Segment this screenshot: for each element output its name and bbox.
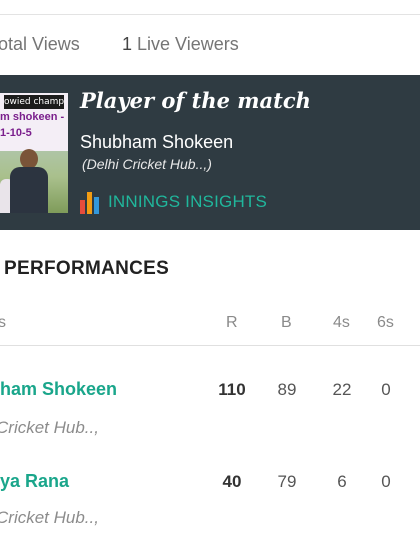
runs-cell: 110	[218, 380, 246, 399]
views-row: otal Views 1 Live Viewers	[0, 34, 420, 58]
live-viewers-label: Live Viewers	[137, 34, 239, 54]
photo-person-head	[20, 149, 38, 169]
live-viewers-count: 1	[122, 34, 133, 54]
top-divider	[0, 14, 420, 15]
col-header-sixes[interactable]: 6s	[377, 314, 394, 332]
header-divider	[0, 345, 420, 346]
bar-chart-icon-bar-3	[94, 197, 99, 214]
sixes-cell: 0	[381, 472, 391, 491]
player-photo: owied champ m shokeen - 1-10-5	[0, 93, 68, 213]
live-viewers: 1 Live Viewers	[122, 34, 239, 55]
player-name-link[interactable]: ham Shokeen	[0, 379, 117, 400]
potm-player-name[interactable]: Shubham Shokeen	[80, 132, 233, 153]
bar-chart-icon-bar-2	[87, 192, 92, 214]
photo-banner-bottom: 1-10-5	[0, 127, 32, 139]
balls-cell: 89	[277, 380, 297, 399]
col-header-fours[interactable]: 4s	[333, 314, 350, 332]
potm-title: Player of the match	[80, 88, 311, 113]
performances-title: PERFORMANCES	[4, 258, 170, 279]
photo-person-figure	[8, 149, 48, 213]
player-team: Cricket Hub..,	[0, 418, 99, 437]
bar-chart-icon	[80, 190, 102, 214]
fours-cell: 22	[332, 380, 352, 399]
bar-chart-icon-bar-1	[80, 200, 85, 214]
sixes-cell: 0	[381, 380, 391, 399]
potm-team-name: (Delhi Cricket Hub..,)	[82, 156, 212, 172]
balls-cell: 79	[277, 472, 297, 491]
runs-cell: 40	[222, 472, 242, 491]
photo-banner-mid: m shokeen -	[0, 111, 65, 123]
photo-banner: owied champ m shokeen - 1-10-5	[0, 93, 68, 151]
innings-insights-label: INNINGS INSIGHTS	[108, 192, 268, 211]
col-header-player: s	[0, 314, 6, 331]
player-name-link[interactable]: ya Rana	[0, 471, 69, 492]
player-team: Cricket Hub..,	[0, 508, 99, 527]
total-views-label: otal Views	[0, 34, 80, 54]
photo-banner-top: owied champ	[4, 95, 64, 109]
fours-cell: 6	[337, 472, 347, 491]
photo-person-body	[10, 167, 48, 213]
col-header-runs[interactable]: R	[226, 314, 238, 332]
col-header-balls[interactable]: B	[281, 314, 292, 332]
